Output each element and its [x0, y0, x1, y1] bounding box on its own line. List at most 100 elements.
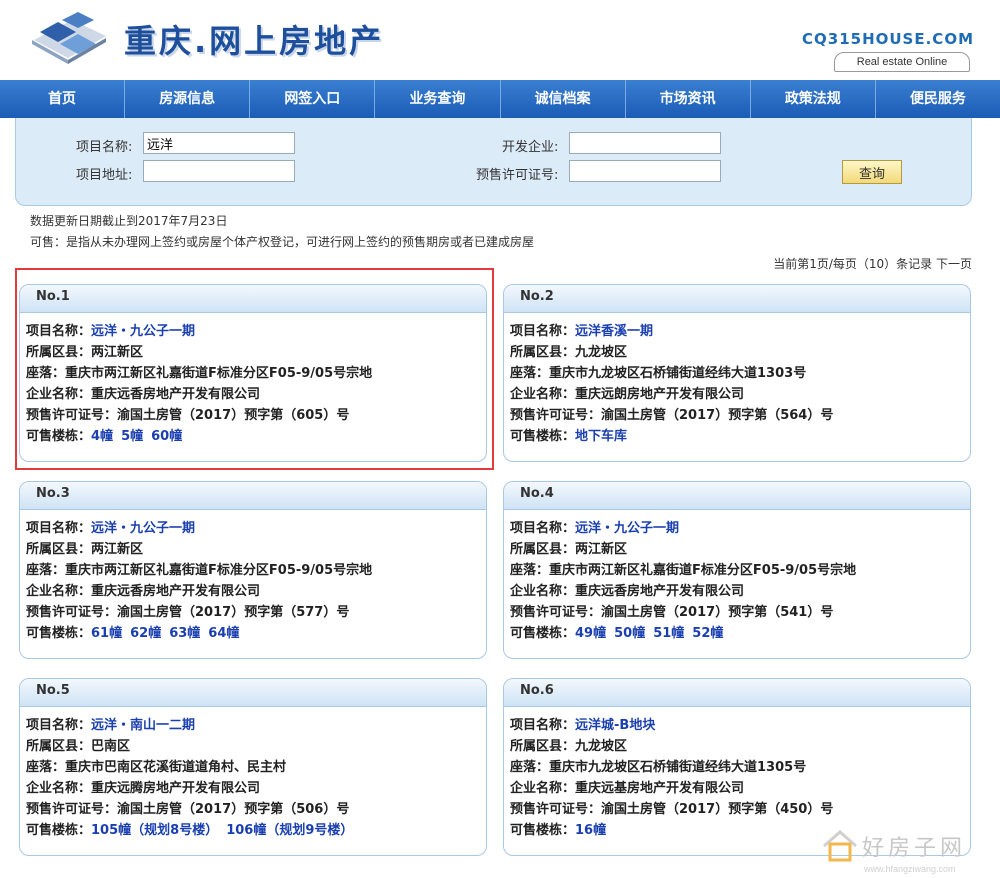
card-field-buildings: 可售楼栋：地下车库 [510, 426, 970, 447]
card-field-location: 座落：重庆市九龙坡区石桥铺街道经纬大道1305号 [510, 757, 970, 778]
nav-credit-records[interactable]: 诚信档案 [501, 80, 626, 118]
card-field-company: 企业名称：重庆远朗房地产开发有限公司 [510, 384, 970, 405]
nav-policies[interactable]: 政策法规 [751, 80, 876, 118]
project-name-link[interactable]: 远洋・九公子一期 [91, 521, 195, 536]
card-number: No.5 [20, 679, 486, 707]
card-field-district: 所属区县：巴南区 [26, 736, 486, 757]
field-value: 重庆市九龙坡区石桥铺街道经纬大道1305号 [549, 760, 807, 775]
update-date-text: 数据更新日期截止到2017年7月23日 [30, 214, 228, 228]
card-field-project: 项目名称：远洋・南山一二期 [26, 715, 486, 736]
permit-input[interactable] [569, 160, 721, 182]
project-name-link[interactable]: 远洋・九公子一期 [575, 521, 679, 536]
building-link[interactable]: 62幢 [130, 626, 161, 641]
building-link[interactable]: 50幢 [614, 626, 645, 641]
card-field-company: 企业名称：重庆远香房地产开发有限公司 [510, 581, 970, 602]
card-field-permit: 预售许可证号：渝国土房管（2017）预字第（506）号 [26, 799, 486, 820]
field-label: 座落： [510, 760, 550, 775]
field-value: 重庆市两江新区礼嘉街道F标准分区F05-9/05号宗地 [65, 563, 373, 578]
nav-market-news[interactable]: 市场资讯 [626, 80, 751, 118]
project-address-label: 项目地址: [76, 168, 133, 183]
site-title[interactable]: 重庆.网上房地产 [124, 16, 384, 62]
project-name-input[interactable] [143, 132, 295, 154]
field-label: 项目名称： [26, 718, 92, 733]
building-link[interactable]: 63幢 [169, 626, 200, 641]
developer-input[interactable] [569, 132, 721, 154]
search-panel: 项目名称: 项目地址: 开发企业: 预售许可证号: 查询 [15, 118, 972, 206]
site-header: 重庆.网上房地产 CQ315HOUSE.COM Real estate Onli… [0, 0, 1000, 80]
card-field-permit: 预售许可证号：渝国土房管（2017）预字第（541）号 [510, 602, 970, 623]
field-label: 项目名称： [510, 521, 576, 536]
project-name-link[interactable]: 远洋・南山一二期 [91, 718, 195, 733]
field-value: 渝国土房管（2017）预字第（450）号 [601, 802, 834, 817]
card-body: 项目名称：远洋・九公子一期 所属区县：两江新区 座落：重庆市两江新区礼嘉街道F标准分… [20, 510, 486, 644]
field-value: 渝国土房管（2017）预字第（577）号 [117, 605, 350, 620]
field-label: 座落： [26, 563, 66, 578]
building-link[interactable]: 106幢（规划9号楼） [226, 823, 353, 838]
brand-code: CQ315HOUSE.COM [802, 30, 974, 48]
card-field-location: 座落：重庆市两江新区礼嘉街道F标准分区F05-9/05号宗地 [510, 560, 970, 581]
card-field-company: 企业名称：重庆远腾房地产开发有限公司 [26, 778, 486, 799]
card-body: 项目名称：远洋城-B地块 所属区县：九龙坡区 座落：重庆市九龙坡区石桥铺街道经纬大道… [504, 707, 970, 841]
field-value: 重庆市九龙坡区石桥铺街道经纬大道1303号 [549, 366, 807, 381]
card-field-location: 座落：重庆市巴南区花溪街道道角村、民主村 [26, 757, 486, 778]
card-number: No.4 [504, 482, 970, 510]
building-link[interactable]: 51幢 [653, 626, 684, 641]
project-name-link[interactable]: 远洋城-B地块 [575, 718, 655, 733]
nav-listings[interactable]: 房源信息 [125, 80, 251, 118]
field-label: 所属区县： [26, 739, 92, 754]
field-value: 重庆远朗房地产开发有限公司 [575, 387, 745, 402]
field-label: 可售楼栋： [510, 626, 576, 641]
building-link[interactable]: 地下车库 [575, 429, 627, 444]
next-page-link[interactable]: 下一页 [936, 257, 972, 271]
card-number: No.6 [504, 679, 970, 707]
field-value: 九龙坡区 [575, 739, 628, 754]
nav-services[interactable]: 便民服务 [876, 80, 1000, 118]
card-field-permit: 预售许可证号：渝国土房管（2017）预字第（577）号 [26, 602, 486, 623]
field-label: 可售楼栋： [26, 626, 92, 641]
card-body: 项目名称：远洋香溪一期 所属区县：九龙坡区 座落：重庆市九龙坡区石桥铺街道经纬大道1… [504, 313, 970, 447]
card-field-district: 所属区县：九龙坡区 [510, 736, 970, 757]
project-name-link[interactable]: 远洋香溪一期 [575, 324, 653, 339]
field-label: 座落： [510, 563, 550, 578]
field-value: 重庆远香房地产开发有限公司 [91, 584, 261, 599]
field-label: 企业名称： [26, 781, 92, 796]
permit-label: 预售许可证号: [476, 168, 559, 183]
project-card: No.4 项目名称：远洋・九公子一期 所属区县：两江新区 座落：重庆市两江新区礼嘉街道… [503, 481, 971, 659]
card-field-buildings: 可售楼栋：61幢 62幢 63幢 64幢 [26, 623, 486, 644]
card-field-project: 项目名称：远洋香溪一期 [510, 321, 970, 342]
field-value: 渝国土房管（2017）预字第（564）号 [601, 408, 834, 423]
building-link[interactable]: 64幢 [208, 626, 239, 641]
watermark-url: www.hfangziwang.com [864, 864, 956, 874]
watermark-text: 好房子网 [862, 836, 967, 861]
field-value: 渝国土房管（2017）预字第（541）号 [601, 605, 834, 620]
building-link[interactable]: 49幢 [575, 626, 606, 641]
building-link[interactable]: 16幢 [575, 823, 606, 838]
field-value: 重庆市巴南区花溪街道道角村、民主村 [65, 760, 287, 775]
pagination-info: 当前第1页/每页（10）条记录 [773, 257, 933, 271]
nav-home[interactable]: 首页 [0, 80, 126, 118]
nav-business-query[interactable]: 业务查询 [375, 80, 501, 118]
field-value: 渝国土房管（2017）预字第（506）号 [117, 802, 350, 817]
field-value: 巴南区 [91, 739, 131, 754]
project-card: No.2 项目名称：远洋香溪一期 所属区县：九龙坡区 座落：重庆市九龙坡区石桥铺街道经… [503, 284, 971, 462]
card-field-location: 座落：重庆市九龙坡区石桥铺街道经纬大道1303号 [510, 363, 970, 384]
field-label: 预售许可证号： [510, 408, 602, 423]
building-link[interactable]: 61幢 [91, 626, 122, 641]
project-address-input[interactable] [143, 160, 295, 182]
field-label: 预售许可证号： [26, 802, 118, 817]
field-label: 所属区县： [510, 739, 576, 754]
developer-label: 开发企业: [502, 140, 559, 155]
card-field-location: 座落：重庆市两江新区礼嘉街道F标准分区F05-9/05号宗地 [26, 560, 486, 581]
field-label: 项目名称： [26, 521, 92, 536]
building-link[interactable]: 105幢（规划8号楼） [91, 823, 218, 838]
query-button[interactable]: 查询 [842, 160, 902, 184]
building-link[interactable]: 52幢 [692, 626, 723, 641]
project-card: No.3 项目名称：远洋・九公子一期 所属区县：两江新区 座落：重庆市两江新区礼嘉街道… [19, 481, 487, 659]
project-name-label: 项目名称: [76, 140, 133, 155]
field-value: 重庆市两江新区礼嘉街道F标准分区F05-9/05号宗地 [549, 563, 857, 578]
field-label: 座落： [510, 366, 550, 381]
card-number: No.3 [20, 482, 486, 510]
field-label: 所属区县： [26, 542, 92, 557]
field-label: 预售许可证号： [510, 605, 602, 620]
nav-online-signing[interactable]: 网签入口 [250, 80, 376, 118]
